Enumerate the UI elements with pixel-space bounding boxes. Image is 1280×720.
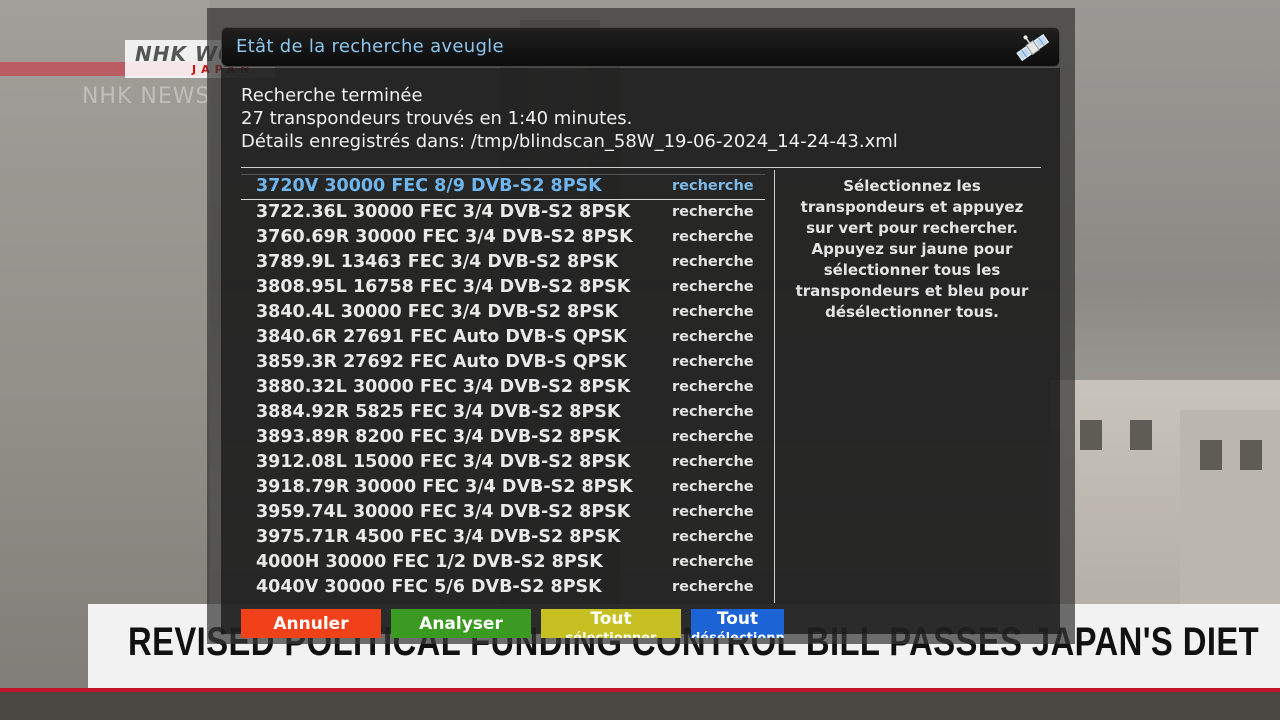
transponder-row[interactable]: 3959.74L 30000 FEC 3/4 DVB-S2 8PSK recher… bbox=[241, 500, 765, 525]
building-window bbox=[1080, 420, 1102, 450]
dialog-title-bar: Etât de la recherche aveugle bbox=[221, 27, 1060, 67]
transponder-status: recherche bbox=[672, 554, 754, 570]
transponder-label: 3912.08L 15000 FEC 3/4 DVB-S2 8PSK bbox=[256, 452, 631, 472]
transponder-label: 3720V 30000 FEC 8/9 DVB-S2 8PSK bbox=[256, 176, 602, 196]
transponder-status: recherche bbox=[672, 254, 754, 270]
scan-button-label: Analyser bbox=[419, 614, 503, 634]
deselect-all-label-line2: désélectionner bbox=[691, 630, 784, 638]
transponder-label: 3918.79R 30000 FEC 3/4 DVB-S2 8PSK bbox=[256, 477, 633, 497]
transponder-list[interactable]: 3720V 30000 FEC 8/9 DVB-S2 8PSK recherche… bbox=[241, 174, 765, 600]
transponder-status: recherche bbox=[672, 204, 754, 220]
transponder-row[interactable]: 3760.69R 30000 FEC 3/4 DVB-S2 8PSK recher… bbox=[241, 225, 765, 250]
scan-status: Recherche terminée bbox=[241, 85, 423, 106]
transponder-label: 3975.71R 4500 FEC 3/4 DVB-S2 8PSK bbox=[256, 527, 621, 547]
cancel-button-label: Annuler bbox=[273, 614, 349, 634]
transponder-status: recherche bbox=[672, 304, 754, 320]
transponder-row[interactable]: 4040V 30000 FEC 5/6 DVB-S2 8PSK recherche bbox=[241, 575, 765, 600]
transponder-label: 3959.74L 30000 FEC 3/4 DVB-S2 8PSK bbox=[256, 502, 631, 522]
divider-horizontal bbox=[241, 167, 1041, 168]
cancel-button[interactable]: Annuler bbox=[241, 609, 381, 638]
select-all-button[interactable]: Tout sélectionner bbox=[541, 609, 681, 638]
transponder-row[interactable]: 3722.36L 30000 FEC 3/4 DVB-S2 8PSK recher… bbox=[241, 200, 765, 225]
transponder-label: 3893.89R 8200 FEC 3/4 DVB-S2 8PSK bbox=[256, 427, 621, 447]
transponder-status: recherche bbox=[672, 454, 754, 470]
transponder-status: recherche bbox=[672, 229, 754, 245]
transponder-label: 3760.69R 30000 FEC 3/4 DVB-S2 8PSK bbox=[256, 227, 633, 247]
transponder-label: 3789.9L 13463 FEC 3/4 DVB-S2 8PSK bbox=[256, 252, 619, 272]
background-ground bbox=[0, 690, 1280, 720]
building-window bbox=[1130, 420, 1152, 450]
transponder-status: recherche bbox=[672, 579, 754, 595]
transponder-status: recherche bbox=[672, 479, 754, 495]
select-all-label: Tout bbox=[590, 609, 632, 629]
transponder-row[interactable]: 3789.9L 13463 FEC 3/4 DVB-S2 8PSK recherc… bbox=[241, 250, 765, 275]
transponder-row[interactable]: 3912.08L 15000 FEC 3/4 DVB-S2 8PSK recher… bbox=[241, 450, 765, 475]
transponder-row[interactable]: 3880.32L 30000 FEC 3/4 DVB-S2 8PSK recher… bbox=[241, 375, 765, 400]
transponder-row[interactable]: 3884.92R 5825 FEC 3/4 DVB-S2 8PSK recherc… bbox=[241, 400, 765, 425]
transponder-status: recherche bbox=[672, 529, 754, 545]
transponder-row[interactable]: 3893.89R 8200 FEC 3/4 DVB-S2 8PSK recherc… bbox=[241, 425, 765, 450]
select-all-label-line2: sélectionner bbox=[541, 630, 681, 638]
divider-vertical bbox=[774, 170, 775, 603]
transponder-row[interactable]: 3975.71R 4500 FEC 3/4 DVB-S2 8PSK recherc… bbox=[241, 525, 765, 550]
transponder-label: 4000H 30000 FEC 1/2 DVB-S2 8PSK bbox=[256, 552, 603, 572]
headline-red-line bbox=[0, 688, 1280, 692]
transponder-label: 3859.3R 27692 FEC Auto DVB-S QPSK bbox=[256, 352, 627, 372]
transponder-label: 3880.32L 30000 FEC 3/4 DVB-S2 8PSK bbox=[256, 377, 631, 397]
transponder-status: recherche bbox=[672, 178, 754, 194]
building-window bbox=[1240, 440, 1262, 470]
building-window bbox=[1200, 440, 1222, 470]
help-text: Sélectionnez les transpondeurs et appuye… bbox=[795, 177, 1029, 321]
transponder-status: recherche bbox=[672, 429, 754, 445]
scan-button[interactable]: Analyser bbox=[391, 609, 531, 638]
transponder-count: 27 transpondeurs trouvés en 1:40 minutes… bbox=[241, 108, 633, 129]
transponder-label: 3808.95L 16758 FEC 3/4 DVB-S2 8PSK bbox=[256, 277, 631, 297]
transponder-status: recherche bbox=[672, 504, 754, 520]
transponder-status: recherche bbox=[672, 279, 754, 295]
satellite-icon bbox=[1016, 34, 1050, 62]
transponder-status: recherche bbox=[672, 354, 754, 370]
deselect-all-label: Tout bbox=[716, 609, 759, 629]
transponder-status: recherche bbox=[672, 329, 754, 345]
transponder-label: 3884.92R 5825 FEC 3/4 DVB-S2 8PSK bbox=[256, 402, 621, 422]
transponder-row[interactable]: 3808.95L 16758 FEC 3/4 DVB-S2 8PSK recher… bbox=[241, 275, 765, 300]
transponder-status: recherche bbox=[672, 404, 754, 420]
transponder-row[interactable]: 3720V 30000 FEC 8/9 DVB-S2 8PSK recherche bbox=[241, 174, 765, 200]
transponder-label: 3722.36L 30000 FEC 3/4 DVB-S2 8PSK bbox=[256, 202, 631, 222]
transponder-label: 3840.4L 30000 FEC 3/4 DVB-S2 8PSK bbox=[256, 302, 619, 322]
transponder-row[interactable]: 3918.79R 30000 FEC 3/4 DVB-S2 8PSK recher… bbox=[241, 475, 765, 500]
transponder-status: recherche bbox=[672, 379, 754, 395]
dialog-title: Etât de la recherche aveugle bbox=[236, 36, 504, 57]
results-file-path: Détails enregistrés dans: /tmp/blindscan… bbox=[241, 131, 898, 152]
transponder-row[interactable]: 3840.6R 27691 FEC Auto DVB-S QPSK recherc… bbox=[241, 325, 765, 350]
transponder-row[interactable]: 3859.3R 27692 FEC Auto DVB-S QPSK recherc… bbox=[241, 350, 765, 375]
transponder-label: 3840.6R 27691 FEC Auto DVB-S QPSK bbox=[256, 327, 627, 347]
deselect-all-button[interactable]: Tout désélectionner bbox=[691, 609, 784, 638]
transponder-label: 4040V 30000 FEC 5/6 DVB-S2 8PSK bbox=[256, 577, 602, 597]
nhk-news-watermark: NHK NEWS bbox=[82, 84, 211, 109]
transponder-row[interactable]: 3840.4L 30000 FEC 3/4 DVB-S2 8PSK recherc… bbox=[241, 300, 765, 325]
transponder-row[interactable]: 4000H 30000 FEC 1/2 DVB-S2 8PSK recherche bbox=[241, 550, 765, 575]
